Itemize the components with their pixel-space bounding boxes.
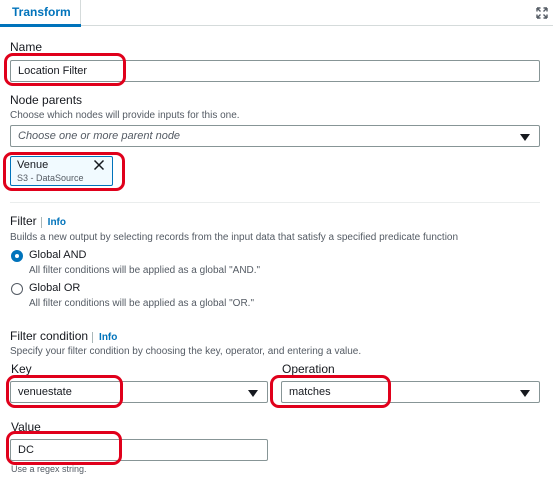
filter-info-link[interactable]: Info [40,217,66,228]
token-highlight [3,152,125,191]
global-or-label: Global OR [29,282,81,294]
caret-down-icon [520,134,530,141]
operation-label: Operation [282,362,335,376]
tab-transform-label: Transform [12,5,71,19]
expand-icon[interactable] [536,7,548,19]
value-hint: Use a regex string. [11,464,87,474]
global-and-label: Global AND [29,249,87,261]
caret-down-icon [248,390,258,397]
filter-description: Builds a new output by selecting records… [10,232,459,243]
filter-label: Filter [10,214,37,228]
filter-condition-label: Filter condition [10,329,89,343]
key-label: Key [11,362,32,376]
filter-condition-description: Specify your filter condition by choosin… [10,346,362,357]
filter-condition-info-link[interactable]: Info [92,332,118,343]
operation-highlight [270,375,391,408]
filter-condition-heading: Filter condition Info [10,329,118,343]
tab-bar: Transform [0,0,553,27]
name-label: Name [10,40,43,54]
global-or-description: All filter conditions will be applied as… [29,298,254,309]
section-divider [10,202,540,203]
global-and-radio[interactable] [11,250,23,262]
filter-heading: Filter Info [10,214,66,228]
key-highlight [6,375,123,408]
tab-transform[interactable]: Transform [0,0,81,27]
node-parents-label: Node parents [10,93,83,107]
caret-down-icon [520,390,530,397]
global-and-description: All filter conditions will be applied as… [29,265,261,276]
node-parents-placeholder: Choose one or more parent node [18,130,181,142]
node-parents-select[interactable]: Choose one or more parent node [10,125,540,147]
active-tab-indicator [0,24,81,27]
value-highlight [6,431,122,465]
node-parents-description: Choose which nodes will provide inputs f… [10,110,240,121]
name-highlight [4,53,126,86]
global-or-radio[interactable] [11,283,23,295]
